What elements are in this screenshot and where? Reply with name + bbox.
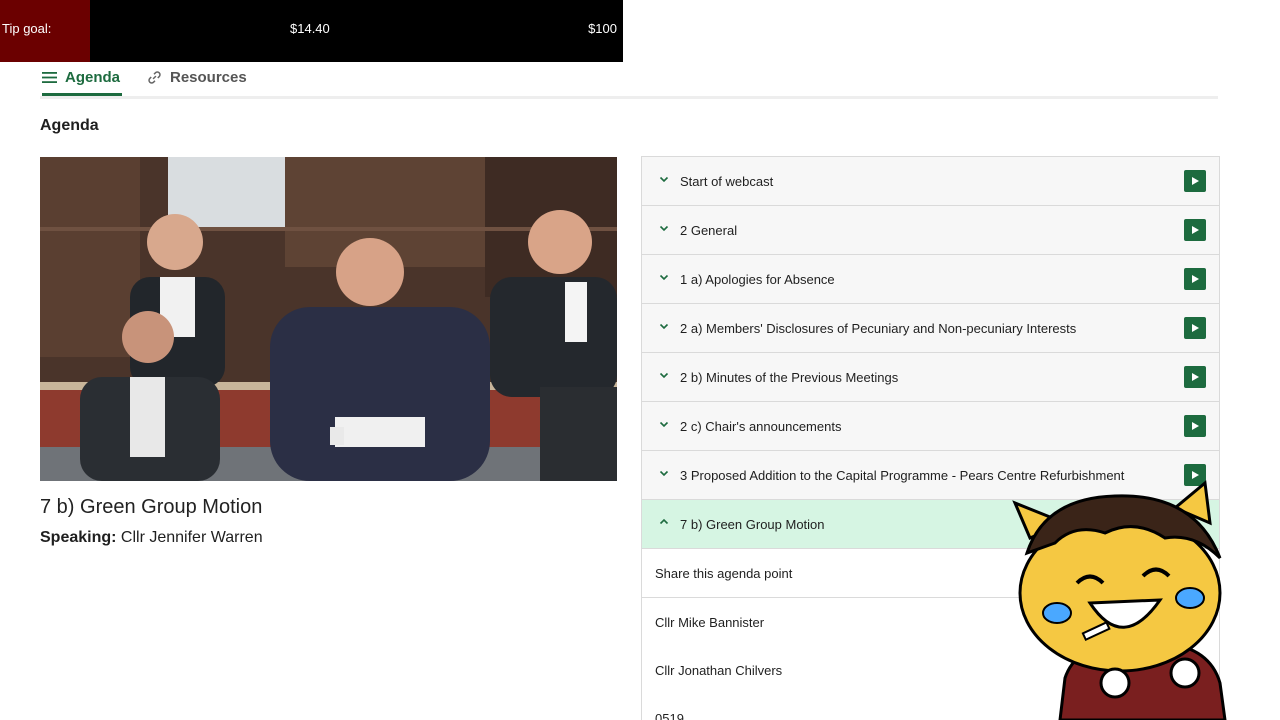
agenda-item-label: 1 a) Apologies for Absence (680, 271, 835, 287)
agenda-item[interactable]: Start of webcast (642, 157, 1219, 206)
agenda-item[interactable]: 2 b) Minutes of the Previous Meetings (642, 353, 1219, 402)
chevron-down-icon (659, 176, 669, 183)
chevron-down-icon (659, 225, 669, 232)
mascot-cat-image (1012, 480, 1227, 720)
section-title: Agenda (40, 117, 99, 134)
agenda-item-label: Start of webcast (680, 173, 774, 189)
agenda-item[interactable]: 1 a) Apologies for Absence (642, 255, 1219, 304)
chevron-down-icon (659, 421, 669, 428)
agenda-item-label: 2 a) Members' Disclosures of Pecuniary a… (680, 320, 1077, 336)
agenda-item-label: 7 b) Green Group Motion (680, 516, 825, 532)
current-item-title: 7 b) Green Group Motion (40, 496, 263, 518)
agenda-item[interactable]: 2 a) Members' Disclosures of Pecuniary a… (642, 304, 1219, 353)
play-button[interactable] (1184, 317, 1206, 339)
speaker-name: Cllr Jennifer Warren (120, 529, 263, 546)
play-icon (1192, 275, 1199, 283)
chevron-down-icon (659, 372, 669, 379)
play-button[interactable] (1184, 268, 1206, 290)
tab-bar: Agenda Resources (40, 62, 1218, 99)
play-button[interactable] (1184, 415, 1206, 437)
tab-resources[interactable]: Resources (147, 62, 247, 93)
chevron-up-icon (659, 518, 669, 525)
agenda-item[interactable]: 2 c) Chair's announcements (642, 402, 1219, 451)
speaking-line: Speaking: Cllr Jennifer Warren (40, 529, 263, 547)
play-icon (1192, 177, 1199, 185)
speaking-label: Speaking: (40, 529, 117, 546)
play-icon (1192, 373, 1199, 381)
tab-agenda-label: Agenda (65, 69, 121, 86)
play-button[interactable] (1184, 219, 1206, 241)
chevron-down-icon (659, 470, 669, 477)
tip-goal-bar: Tip goal: $14.40 $100 (0, 0, 623, 62)
chevron-down-icon (659, 323, 669, 330)
agenda-item-label: 2 c) Chair's announcements (680, 418, 842, 434)
tip-goal-label: Tip goal: (2, 21, 52, 36)
tip-goal-target: $100 (588, 21, 617, 36)
chevron-down-icon (659, 274, 669, 281)
agenda-item[interactable]: 2 General (642, 206, 1219, 255)
video-player[interactable] (40, 157, 617, 481)
video-frame (40, 157, 617, 481)
play-icon (1192, 226, 1199, 234)
list-icon (42, 71, 57, 84)
tab-agenda[interactable]: Agenda (42, 62, 123, 96)
tab-resources-label: Resources (170, 69, 247, 86)
play-icon (1192, 324, 1199, 332)
play-icon (1192, 422, 1199, 430)
play-button[interactable] (1184, 170, 1206, 192)
agenda-item-label: 2 b) Minutes of the Previous Meetings (680, 369, 899, 385)
play-button[interactable] (1184, 366, 1206, 388)
tip-goal-current: $14.40 (290, 21, 330, 36)
link-icon (147, 70, 162, 85)
agenda-item-label: 2 General (680, 222, 738, 238)
